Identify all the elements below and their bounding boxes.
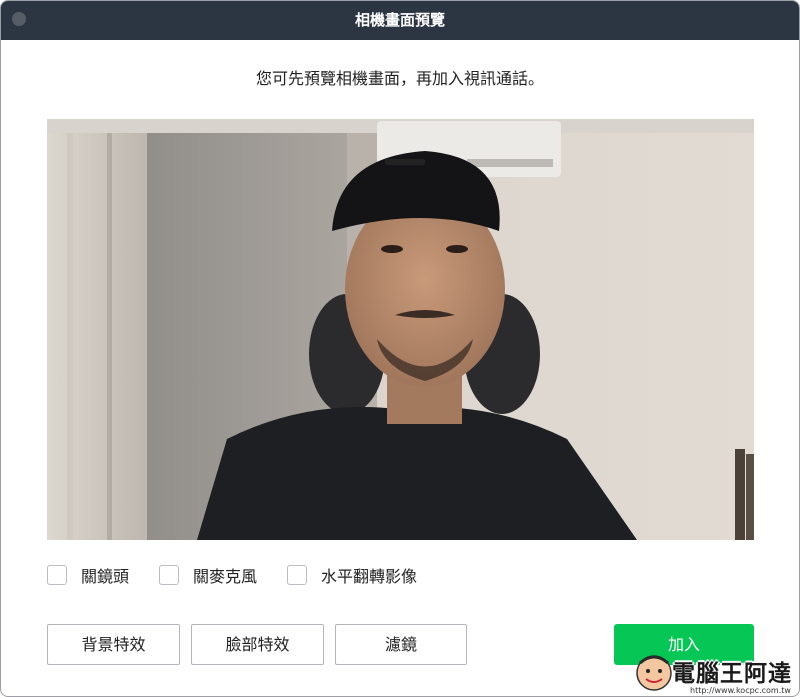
checkbox-box[interactable] <box>287 565 308 585</box>
checkbox-box[interactable] <box>47 565 67 585</box>
camera-preview-window: 相機畫面預覽 您可先預覽相機畫面，再加入視訊通話。 關鏡頭 關麥克風 水平翻轉影… <box>0 0 800 697</box>
instruction-text: 您可先預覽相機畫面，再加入視訊通話。 <box>255 69 544 88</box>
watermark: 電腦王阿達 http://www.kocpc.com.tw <box>634 649 799 696</box>
checkbox-label: 關鏡頭 <box>81 567 130 586</box>
mirror-image-checkbox[interactable]: 水平翻轉影像 <box>287 563 417 587</box>
checkbox-label: 水平翻轉影像 <box>321 567 418 586</box>
camera-off-checkbox[interactable]: 關鏡頭 <box>47 563 129 587</box>
camera-feed-image <box>47 119 754 540</box>
background-effects-button[interactable]: 背景特效 <box>47 624 180 665</box>
checkbox-label: 關麥克風 <box>193 567 258 586</box>
window-title: 相機畫面預覽 <box>354 11 445 29</box>
checkbox-box[interactable] <box>159 565 180 585</box>
watermark-text: 電腦王阿達 <box>672 661 792 687</box>
option-checkboxes: 關鏡頭 關麥克風 水平翻轉影像 <box>47 563 447 587</box>
camera-preview <box>47 119 754 540</box>
microphone-off-checkbox[interactable]: 關麥克風 <box>159 563 257 587</box>
face-effects-button[interactable]: 臉部特效 <box>191 624 324 665</box>
title-bar: 相機畫面預覽 <box>1 1 799 40</box>
filters-button[interactable]: 濾鏡 <box>335 624 467 665</box>
watermark-url: http://www.kocpc.com.tw <box>690 686 791 695</box>
mascot-logo-icon <box>636 655 672 691</box>
